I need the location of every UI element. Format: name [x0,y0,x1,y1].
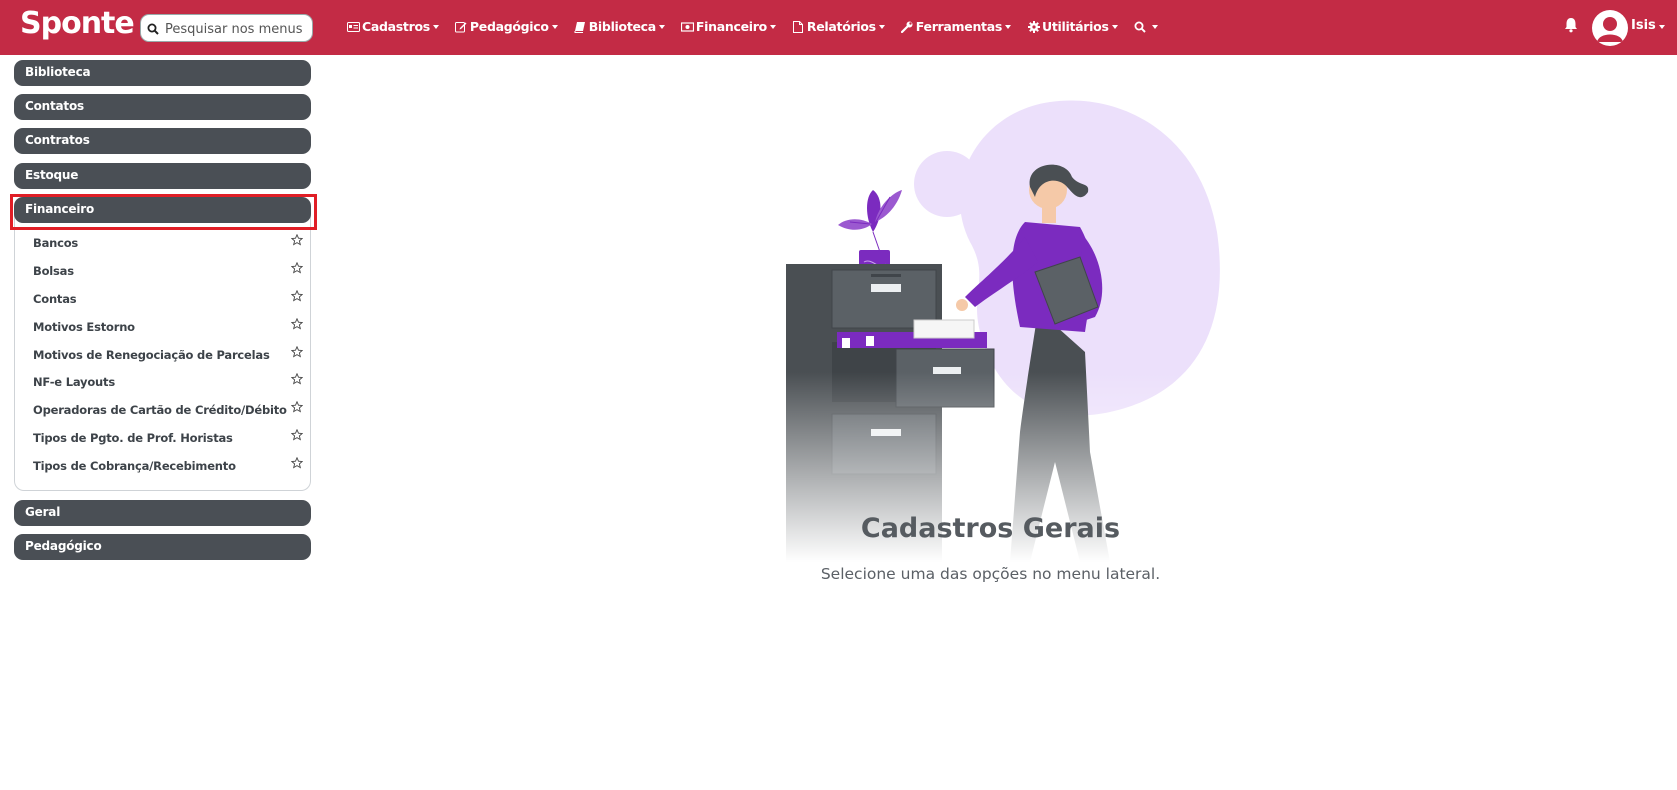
user-avatar[interactable] [1592,10,1628,46]
star-icon[interactable] [290,456,304,472]
sidebar-item-operadoras-cartao[interactable]: Operadoras de Cartão de Crédito/Débito [33,400,304,423]
brand-logo[interactable]: Sponte [20,6,135,41]
star-icon[interactable] [290,261,304,277]
sidebar-item-label: Bolsas [33,264,74,278]
menu-cadastros-label: Cadastros [362,19,430,34]
star-icon[interactable] [290,345,304,361]
sidebar-group-biblioteca[interactable]: Biblioteca [14,60,311,86]
bell-icon[interactable] [1564,17,1578,37]
page-subtitle: Selecione uma das opções no menu lateral… [820,565,1161,583]
sidebar-item-label: Tipos de Pgto. de Prof. Horistas [33,431,233,445]
menu-pedagogico-label: Pedagógico [469,19,549,34]
star-icon[interactable] [290,317,304,333]
edit-icon [455,20,468,33]
sidebar-item-bancos[interactable]: Bancos [33,233,304,256]
menu-relatorios-label: Relatórios [806,19,876,34]
chevron-down-icon [1005,24,1012,29]
menu-ferramentas-label: Ferramentas [915,19,1003,34]
id-card-icon [347,20,360,33]
filing-cabinet-illustration [780,100,1230,562]
sidebar-item-label: Tipos de Cobrança/Recebimento [33,459,236,473]
sidebar-item-label: Motivos Estorno [33,320,135,334]
sidebar-group-estoque[interactable]: Estoque [14,163,311,189]
sidebar-item-bolsas[interactable]: Bolsas [33,261,304,284]
sidebar-item-tipos-pgto-horistas[interactable]: Tipos de Pgto. de Prof. Horistas [33,428,304,451]
wrench-icon [901,20,914,33]
search-icon [147,20,159,39]
search-input[interactable] [163,18,313,40]
chevron-down-icon [1111,24,1118,29]
menu-biblioteca[interactable]: Biblioteca [574,19,665,34]
selection-highlight [10,194,317,230]
menu-search[interactable] [1134,19,1158,34]
chevron-down-icon [658,24,665,29]
sidebar-item-label: Bancos [33,236,79,250]
gear-icon [1027,20,1040,33]
chevron-down-icon [432,24,439,29]
sidebar-group-geral[interactable]: Geral [14,500,311,526]
sidebar-group-contatos[interactable]: Contatos [14,94,311,120]
sidebar-item-motivos-renegociacao[interactable]: Motivos de Renegociação de Parcelas [33,345,304,368]
sidebar-item-label: Contas [33,292,77,306]
sidebar-group-pedagogico[interactable]: Pedagógico [14,534,311,560]
star-icon[interactable] [290,289,304,305]
top-navbar: Sponte Cadastros Pedagógico Biblioteca F… [0,0,1677,55]
chevron-down-icon [769,24,776,29]
menu-ferramentas[interactable]: Ferramentas [901,19,1012,34]
menu-cadastros[interactable]: Cadastros [347,19,439,34]
sidebar-item-label: NF-e Layouts [33,375,115,389]
menu-financeiro-label: Financeiro [695,19,767,34]
main-menu: Cadastros Pedagógico Biblioteca Financei… [347,19,1174,34]
menu-utilitarios-label: Utilitários [1042,19,1109,34]
menu-search[interactable] [140,14,313,42]
search-icon [1134,20,1147,33]
chevron-down-icon [878,24,885,29]
menu-pedagogico[interactable]: Pedagógico [455,19,558,34]
sidebar-item-label: Operadoras de Cartão de Crédito/Débito [33,403,287,417]
sidebar-item-contas[interactable]: Contas [33,289,304,312]
menu-biblioteca-label: Biblioteca [588,19,657,34]
book-icon [574,20,587,33]
chevron-down-icon [551,24,558,29]
page-title: Cadastros Gerais [860,513,1121,544]
star-icon[interactable] [290,428,304,444]
menu-financeiro[interactable]: Financeiro [680,19,776,34]
sidebar-item-tipos-cobranca[interactable]: Tipos de Cobrança/Recebimento [33,456,304,479]
file-icon [792,20,805,33]
user-name[interactable]: Isis [1631,18,1656,33]
money-bill-icon [680,20,694,33]
sidebar-item-label: Motivos de Renegociação de Parcelas [33,348,270,362]
star-icon[interactable] [290,233,304,249]
sidebar-item-nfe-layouts[interactable]: NF-e Layouts [33,372,304,395]
menu-relatorios[interactable]: Relatórios [792,19,885,34]
star-icon[interactable] [290,372,304,388]
star-icon[interactable] [290,400,304,416]
chevron-down-icon[interactable] [1659,25,1665,29]
sidebar-item-motivos-estorno[interactable]: Motivos Estorno [33,317,304,340]
sidebar-group-contratos[interactable]: Contratos [14,128,311,154]
menu-utilitarios[interactable]: Utilitários [1027,19,1118,34]
chevron-down-icon [1151,24,1158,29]
